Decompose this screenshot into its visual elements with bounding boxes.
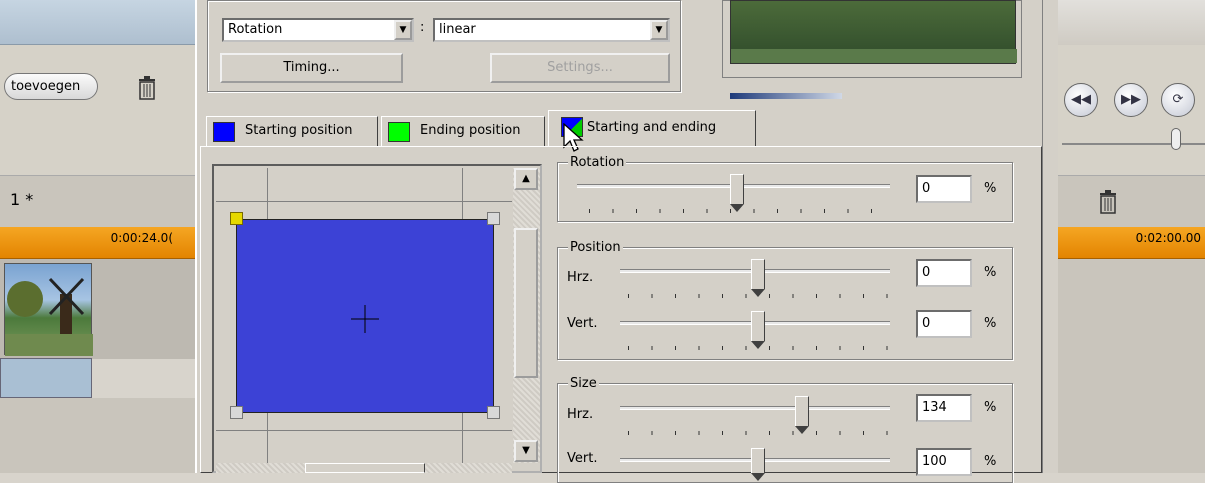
position-vert-input[interactable]: 0 — [916, 310, 972, 338]
fast-forward-button[interactable]: ▶▶ — [1114, 83, 1148, 117]
position-vert-label: Vert. — [567, 316, 598, 331]
scroll-down-arrow-icon[interactable]: ▼ — [514, 440, 538, 462]
position-hrz-unit: % — [984, 265, 997, 280]
chevron-down-icon[interactable]: ▼ — [394, 20, 412, 40]
resize-handle-bottom-right[interactable] — [487, 406, 500, 419]
colon-separator: : — [420, 20, 425, 35]
right-app-toolbar — [1058, 0, 1205, 45]
tab-ending-position-label: Ending position — [420, 123, 521, 138]
grid-line — [216, 430, 512, 431]
position-hrz-slider-ticks — [628, 294, 890, 298]
size-hrz-input[interactable]: 134 — [916, 394, 972, 422]
size-vert-unit: % — [984, 454, 997, 469]
rotation-slider-ticks — [589, 209, 889, 213]
right-timeline-ruler[interactable]: 0:02:00.00 — [1058, 227, 1205, 259]
loop-button[interactable]: ⟳ — [1161, 83, 1195, 117]
tab-starting-and-ending-label: Starting and ending — [587, 120, 717, 135]
size-hrz-slider-track[interactable] — [620, 406, 890, 410]
size-hrz-label: Hrz. — [567, 407, 594, 422]
rotation-legend: Rotation — [568, 155, 627, 170]
size-vert-input[interactable]: 100 — [916, 448, 972, 476]
preview-progress-bar — [730, 93, 842, 99]
dialog-right-edge — [1042, 0, 1058, 473]
position-hrz-slider-thumb[interactable] — [751, 259, 765, 297]
trash-icon[interactable] — [1098, 190, 1118, 214]
position-vert-slider-thumb[interactable] — [751, 311, 765, 349]
windmill-icon — [5, 277, 93, 356]
left-track-header: 1 * — [0, 175, 195, 227]
right-track-header — [1058, 175, 1205, 227]
right-track-area — [1058, 259, 1205, 473]
volume-slider-handle[interactable] — [1171, 128, 1181, 150]
resize-handle-top-right[interactable] — [487, 212, 500, 225]
rotation-input[interactable]: 0 — [916, 175, 972, 203]
left-app-panel — [0, 45, 195, 175]
preview-field — [731, 49, 1017, 63]
tab-starting-position-label: Starting position — [245, 123, 353, 138]
rewind-button[interactable]: ◀◀ — [1064, 83, 1098, 117]
interpolation-select[interactable]: linear ▼ — [433, 18, 670, 42]
grid-line — [216, 201, 512, 202]
tab-ending-position[interactable]: Ending position — [381, 116, 545, 146]
anchor-handle-top-left[interactable] — [230, 212, 243, 225]
position-hrz-label: Hrz. — [567, 270, 594, 285]
size-legend: Size — [568, 376, 599, 391]
position-hrz-input[interactable]: 0 — [916, 259, 972, 287]
size-hrz-unit: % — [984, 400, 997, 415]
property-select-value: Rotation — [228, 22, 283, 37]
position-legend: Position — [568, 240, 623, 255]
rotation-slider-thumb[interactable] — [730, 174, 744, 212]
size-hrz-slider-thumb[interactable] — [795, 396, 809, 434]
size-vert-slider-thumb[interactable] — [751, 448, 765, 481]
crosshair-icon — [351, 305, 379, 333]
rotation-unit: % — [984, 181, 997, 196]
left-audio-track — [0, 358, 92, 398]
position-vert-unit: % — [984, 316, 997, 331]
chevron-down-icon[interactable]: ▼ — [650, 20, 668, 40]
left-app-bottom — [0, 398, 195, 473]
resize-handle-bottom-left[interactable] — [230, 406, 243, 419]
size-vert-label: Vert. — [567, 451, 598, 466]
add-button[interactable]: toevoegen — [4, 73, 98, 100]
tab-starting-position[interactable]: Starting position — [206, 116, 378, 146]
left-app-toolbar — [0, 0, 195, 45]
trash-icon[interactable] — [137, 76, 157, 100]
position-vert-slider-ticks — [628, 346, 890, 350]
volume-slider-track[interactable] — [1062, 143, 1205, 145]
size-hrz-slider-ticks — [628, 431, 890, 435]
left-timeline-ruler[interactable]: 0:00:24.0( — [0, 227, 195, 259]
settings-button[interactable]: Settings... — [490, 53, 670, 83]
horizontal-scrollbar-thumb[interactable] — [305, 463, 425, 473]
timing-button[interactable]: Timing... — [220, 53, 403, 83]
property-select[interactable]: Rotation ▼ — [222, 18, 414, 42]
blue-swatch — [213, 122, 235, 142]
green-swatch — [388, 122, 410, 142]
video-clip-thumbnail[interactable] — [4, 263, 93, 356]
scrollbar-thumb[interactable] — [514, 228, 538, 378]
interpolation-select-value: linear — [439, 22, 476, 37]
track-label: 1 * — [10, 190, 34, 209]
right-time-label: 0:02:00.00 — [1135, 231, 1201, 245]
left-time-label: 0:00:24.0( — [110, 231, 173, 245]
preview-image — [730, 0, 1017, 64]
scroll-up-arrow-icon[interactable]: ▲ — [514, 168, 538, 190]
